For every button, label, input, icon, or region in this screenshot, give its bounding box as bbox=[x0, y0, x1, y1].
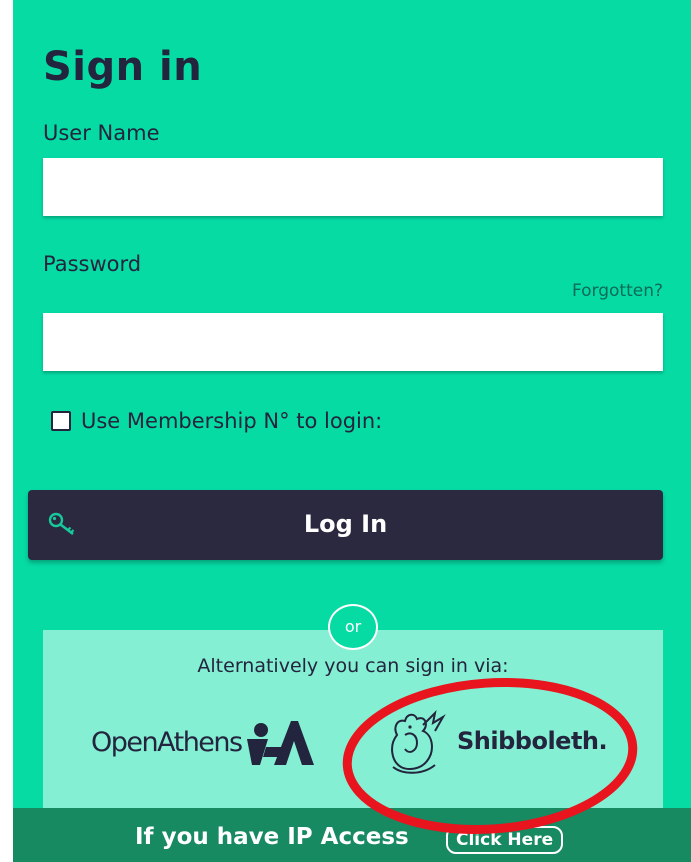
or-divider: or bbox=[328, 604, 378, 650]
sign-in-panel: Sign in User Name Password Forgotten? Us… bbox=[13, 0, 691, 862]
openathens-link[interactable]: OpenAthens bbox=[91, 712, 316, 772]
membership-option[interactable]: Use Membership N° to login: bbox=[51, 409, 382, 433]
openathens-logo-icon bbox=[246, 721, 314, 765]
openathens-label: OpenAthens bbox=[91, 726, 243, 758]
page-title: Sign in bbox=[43, 44, 203, 90]
login-button-label: Log In bbox=[303, 510, 388, 538]
ip-access-bar: If you have IP Access Click Here bbox=[13, 808, 691, 862]
forgot-password-link[interactable]: Forgotten? bbox=[572, 281, 663, 301]
password-label: Password bbox=[43, 252, 142, 276]
ip-access-button[interactable]: Click Here bbox=[446, 826, 564, 854]
membership-checkbox[interactable] bbox=[51, 411, 71, 431]
username-label: User Name bbox=[43, 121, 160, 145]
shibboleth-link[interactable]: Shibboleth. bbox=[383, 705, 608, 777]
alternative-signin-intro: Alternatively you can sign in via: bbox=[197, 655, 509, 677]
membership-checkbox-label[interactable]: Use Membership N° to login: bbox=[81, 409, 382, 433]
username-input[interactable] bbox=[43, 158, 663, 216]
login-button[interactable]: Log In bbox=[28, 490, 663, 560]
password-input[interactable] bbox=[43, 313, 663, 371]
shibboleth-label: Shibboleth. bbox=[457, 727, 608, 755]
ip-access-text: If you have IP Access bbox=[135, 824, 409, 850]
shibboleth-logo-icon bbox=[391, 709, 446, 774]
